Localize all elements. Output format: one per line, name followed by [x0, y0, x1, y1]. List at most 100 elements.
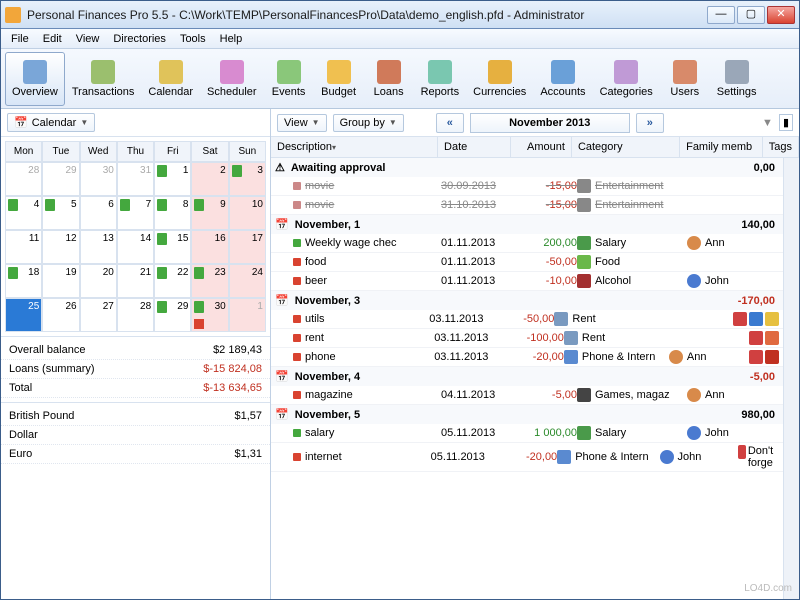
- transaction-row[interactable]: salary05.11.20131 000,00SalaryJohn: [271, 424, 783, 443]
- calendar-cell[interactable]: 4: [5, 196, 42, 230]
- menu-file[interactable]: File: [5, 31, 35, 47]
- toolbar-scheduler[interactable]: Scheduler: [200, 52, 264, 106]
- month-selector[interactable]: November 2013: [470, 113, 630, 133]
- transaction-row[interactable]: Weekly wage chec01.11.2013200,00SalaryAn…: [271, 234, 783, 253]
- toolbar-users[interactable]: Users: [660, 52, 710, 106]
- rate-row: Dollar: [1, 426, 270, 445]
- calendar-cell[interactable]: 21: [117, 264, 154, 298]
- rate-row: Euro$1,31: [1, 445, 270, 464]
- groupby-dropdown[interactable]: Group by▼: [333, 114, 404, 132]
- toolbar-overview[interactable]: Overview: [5, 52, 65, 106]
- calendar-cell[interactable]: 1: [154, 162, 191, 196]
- calendar-cell[interactable]: 10: [229, 196, 266, 230]
- tag-icon: [749, 350, 763, 364]
- calendar-cell[interactable]: 29: [42, 162, 79, 196]
- calendar-cell[interactable]: 15: [154, 230, 191, 264]
- filter-icon[interactable]: ▼: [762, 117, 773, 129]
- calendar-cell[interactable]: 20: [80, 264, 117, 298]
- calendar-cell[interactable]: 29: [154, 298, 191, 332]
- calendar-cell[interactable]: 27: [80, 298, 117, 332]
- calendar-cell[interactable]: 7: [117, 196, 154, 230]
- group-header[interactable]: 📅November, 4-5,00: [271, 367, 783, 386]
- next-month-button[interactable]: »: [636, 113, 664, 133]
- toolbar-currencies[interactable]: Currencies: [466, 52, 533, 106]
- day-header: Thu: [117, 141, 154, 162]
- group-header[interactable]: 📅November, 1140,00: [271, 215, 783, 234]
- calendar-cell[interactable]: 6: [80, 196, 117, 230]
- event-mark-icon: [232, 165, 242, 177]
- calendar-cell[interactable]: 28: [5, 162, 42, 196]
- toolbar-settings[interactable]: Settings: [710, 52, 764, 106]
- calendar-cell[interactable]: 5: [42, 196, 79, 230]
- expense-icon: [293, 277, 301, 285]
- group-header[interactable]: 📅November, 5980,00: [271, 405, 783, 424]
- calendar-cell[interactable]: 23: [191, 264, 228, 298]
- settings-icon: [725, 60, 749, 84]
- calendar-grid[interactable]: 2829303112345678910111213141516171819202…: [5, 162, 266, 332]
- user-icon: [687, 236, 701, 250]
- close-button[interactable]: ✕: [767, 6, 795, 24]
- toolbar-loans[interactable]: Loans: [364, 52, 414, 106]
- user-icon: [669, 350, 683, 364]
- menu-help[interactable]: Help: [214, 31, 249, 47]
- calendar-cell[interactable]: 26: [42, 298, 79, 332]
- calendar-cell[interactable]: 17: [229, 230, 266, 264]
- calendar-cell[interactable]: 30: [80, 162, 117, 196]
- calendar-cell[interactable]: 14: [117, 230, 154, 264]
- toolbar-events[interactable]: Events: [264, 52, 314, 106]
- menu-edit[interactable]: Edit: [37, 31, 68, 47]
- transaction-row[interactable]: phone03.11.2013-20,00Phone & InternAnn: [271, 348, 783, 367]
- group-header[interactable]: 📅November, 3-170,00: [271, 291, 783, 310]
- toolbar-transactions[interactable]: Transactions: [65, 52, 142, 106]
- calendar-cell[interactable]: 8: [154, 196, 191, 230]
- calendar-cell[interactable]: 18: [5, 264, 42, 298]
- user-icon: [687, 388, 701, 402]
- group-header[interactable]: ⚠Awaiting approval0,00: [271, 158, 783, 177]
- transactions-list[interactable]: ⚠Awaiting approval0,00movie30.09.2013-15…: [271, 158, 783, 599]
- category-icon: [577, 198, 591, 212]
- tag-icon: [738, 445, 746, 459]
- calendar-icon: 📅: [275, 294, 289, 307]
- transaction-row[interactable]: rent03.11.2013-100,00Rent: [271, 329, 783, 348]
- calendar-cell[interactable]: 3: [229, 162, 266, 196]
- toolbar-accounts[interactable]: Accounts: [533, 52, 592, 106]
- transaction-row[interactable]: movie31.10.2013-15,00Entertainment: [271, 196, 783, 215]
- maximize-button[interactable]: ▢: [737, 6, 765, 24]
- calendar-cell[interactable]: 25: [5, 298, 42, 332]
- toolbar-budget[interactable]: Budget: [314, 52, 364, 106]
- minimize-button[interactable]: —: [707, 6, 735, 24]
- calendar-cell[interactable]: 22: [154, 264, 191, 298]
- calendar-cell[interactable]: 16: [191, 230, 228, 264]
- calendar-cell[interactable]: 1: [229, 298, 266, 332]
- calendar-cell[interactable]: 19: [42, 264, 79, 298]
- calendar-cell[interactable]: 9: [191, 196, 228, 230]
- titlebar[interactable]: Personal Finances Pro 5.5 - C:\Work\TEMP…: [1, 1, 799, 29]
- transaction-row[interactable]: magazine04.11.2013-5,00Games, magazAnn: [271, 386, 783, 405]
- reports-icon: [428, 60, 452, 84]
- calendar-cell[interactable]: 31: [117, 162, 154, 196]
- transaction-row[interactable]: internet05.11.2013-20,00Phone & InternJo…: [271, 443, 783, 472]
- scrollbar[interactable]: [783, 158, 799, 599]
- toolbar-calendar[interactable]: Calendar: [141, 52, 200, 106]
- calendar-cell[interactable]: 12: [42, 230, 79, 264]
- calendar-cell[interactable]: 2: [191, 162, 228, 196]
- view-dropdown[interactable]: View▼: [277, 114, 327, 132]
- prev-month-button[interactable]: «: [436, 113, 464, 133]
- day-header: Fri: [154, 141, 191, 162]
- calendar-cell[interactable]: 13: [80, 230, 117, 264]
- toolbar-categories[interactable]: Categories: [593, 52, 660, 106]
- menu-directories[interactable]: Directories: [107, 31, 172, 47]
- transaction-row[interactable]: movie30.09.2013-15,00Entertainment: [271, 177, 783, 196]
- menu-tools[interactable]: Tools: [174, 31, 212, 47]
- panel-toggle-icon[interactable]: ▮: [779, 114, 793, 131]
- toolbar-reports[interactable]: Reports: [414, 52, 467, 106]
- calendar-cell[interactable]: 24: [229, 264, 266, 298]
- calendar-view-dropdown[interactable]: 📅 Calendar ▼: [7, 113, 95, 132]
- transaction-row[interactable]: utils03.11.2013-50,00Rent: [271, 310, 783, 329]
- calendar-cell[interactable]: 11: [5, 230, 42, 264]
- transaction-row[interactable]: food01.11.2013-50,00Food: [271, 253, 783, 272]
- transaction-row[interactable]: beer01.11.2013-10,00AlcoholJohn: [271, 272, 783, 291]
- calendar-cell[interactable]: 30: [191, 298, 228, 332]
- menu-view[interactable]: View: [70, 31, 106, 47]
- calendar-cell[interactable]: 28: [117, 298, 154, 332]
